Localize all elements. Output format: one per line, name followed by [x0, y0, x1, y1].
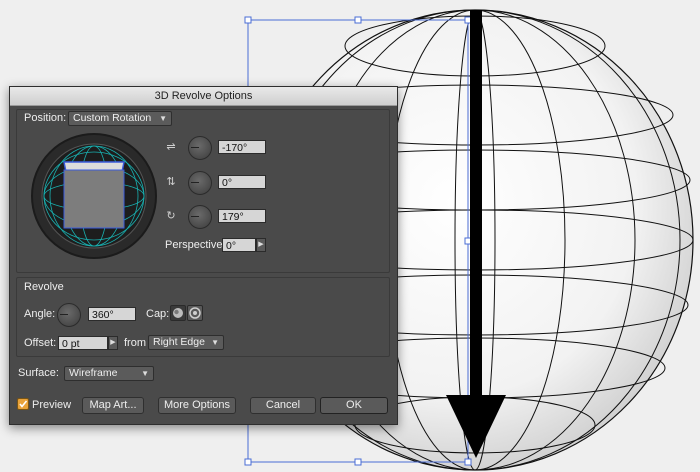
rotation-track-cube[interactable]	[30, 132, 160, 262]
3d-revolve-options-dialog: 3D Revolve Options Position: Custom Rota…	[9, 86, 398, 425]
rotate-y-icon: ⇅	[166, 176, 176, 188]
cap-off-button[interactable]	[187, 305, 203, 321]
chevron-down-icon: ▼	[159, 114, 167, 123]
offset-stepper[interactable]: ▶	[108, 336, 118, 350]
ok-button[interactable]: OK	[320, 397, 388, 414]
rotate-x-icon: ⇌	[166, 141, 176, 153]
z-rotation-dial[interactable]	[188, 205, 212, 229]
surface-dropdown-value: Wireframe	[69, 367, 118, 379]
perspective-field[interactable]: 0°	[222, 238, 256, 252]
surface-label: Surface:	[18, 367, 59, 379]
chevron-down-icon: ▼	[211, 338, 219, 347]
map-art-button[interactable]: Map Art...	[82, 397, 144, 414]
revolve-heading: Revolve	[24, 281, 64, 293]
surface-dropdown[interactable]: Wireframe ▼	[64, 366, 154, 381]
from-label: from	[124, 337, 146, 349]
from-dropdown[interactable]: Right Edge ▼	[148, 335, 224, 350]
perspective-stepper[interactable]: ▶	[256, 238, 266, 252]
more-options-button[interactable]: More Options	[158, 397, 236, 414]
z-rotation-field[interactable]: 179°	[218, 209, 266, 223]
position-dropdown-value: Custom Rotation	[73, 112, 152, 124]
from-dropdown-value: Right Edge	[153, 336, 205, 348]
offset-field[interactable]: 0 pt	[58, 336, 108, 350]
chevron-down-icon: ▼	[141, 369, 149, 378]
cap-off-icon	[189, 307, 201, 319]
angle-field[interactable]: 360°	[88, 307, 136, 321]
x-rotation-field[interactable]: -170°	[218, 140, 266, 154]
cap-label: Cap:	[146, 308, 170, 320]
y-rotation-field[interactable]: 0°	[218, 175, 266, 189]
cancel-button[interactable]: Cancel	[250, 397, 316, 414]
preview-label[interactable]: Preview	[32, 399, 71, 411]
perspective-label: Perspective:	[165, 239, 226, 251]
x-rotation-dial[interactable]	[188, 136, 212, 160]
position-label: Position:	[24, 112, 67, 124]
preview-checkbox[interactable]	[17, 398, 29, 410]
angle-label: Angle:	[24, 308, 56, 320]
position-dropdown[interactable]: Custom Rotation ▼	[68, 111, 172, 126]
cap-on-icon	[173, 308, 183, 318]
cap-on-button[interactable]	[170, 305, 186, 321]
y-rotation-dial[interactable]	[188, 171, 212, 195]
angle-dial[interactable]	[57, 303, 81, 327]
dialog-title[interactable]: 3D Revolve Options	[10, 87, 397, 106]
rotate-z-icon: ↻	[166, 210, 176, 222]
offset-label: Offset:	[24, 337, 57, 349]
checkbox-icon	[19, 400, 28, 408]
